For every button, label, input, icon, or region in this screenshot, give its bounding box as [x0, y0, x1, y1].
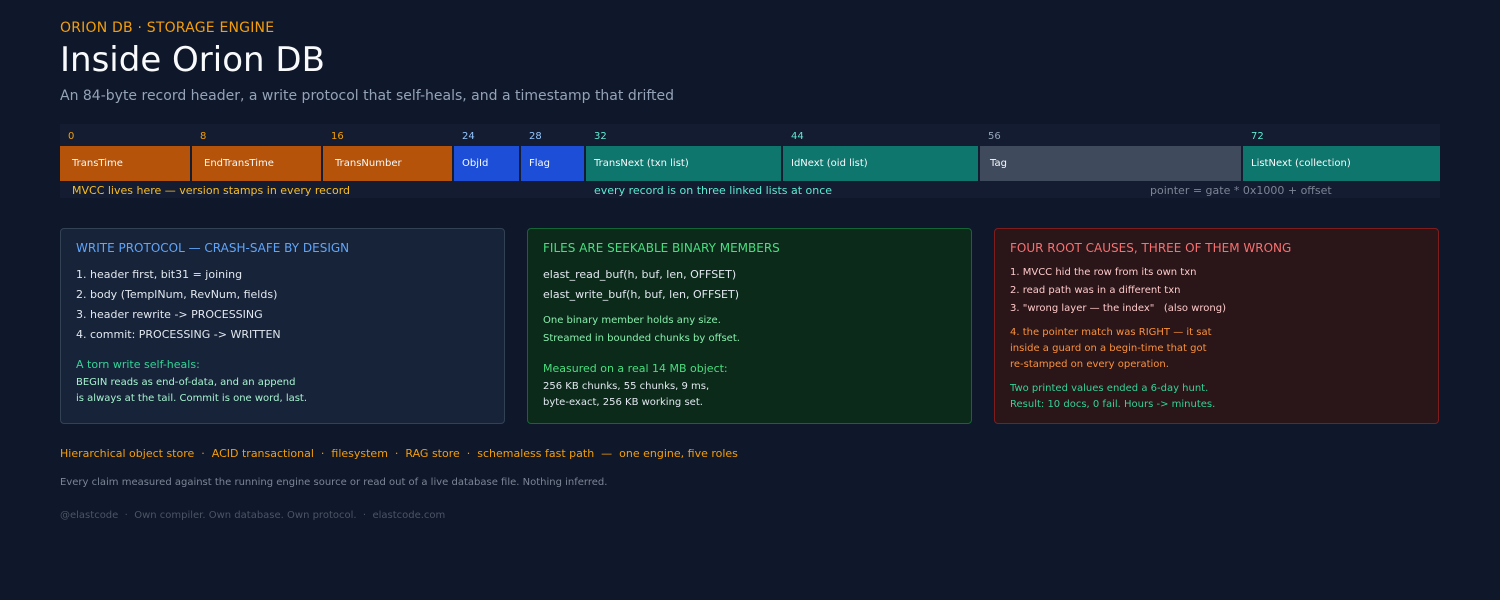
engine-roles-line: Hierarchical object store · ACID transac… [60, 447, 738, 460]
footer-credits: @elastcode · Own compiler. Own database.… [60, 510, 446, 521]
field-listnext: ListNext (collection) [1243, 146, 1440, 181]
field-transnext: TransNext (txn list) [586, 146, 781, 181]
field-label: Flag [529, 158, 551, 169]
field-label: IdNext (oid list) [791, 158, 868, 169]
wrong-cause: 2. read path was in a different txn [1010, 285, 1181, 296]
card-title: FILES ARE SEEKABLE BINARY MEMBERS [543, 241, 780, 255]
right-cause: inside a guard on a begin-time that got [1010, 343, 1207, 354]
wrong-cause: 3. "wrong layer — the index" (also wrong… [1010, 303, 1226, 314]
field-label: ListNext (collection) [1251, 158, 1351, 169]
card-subhead: A torn write self-heals: [76, 358, 200, 371]
field-tag: Tag [980, 146, 1241, 181]
field-objid: ObjId [454, 146, 519, 181]
offset-label: 8 [200, 131, 207, 142]
measurement-line: byte-exact, 256 KB working set. [543, 397, 703, 408]
field-transtime: TransTime [60, 146, 190, 181]
field-label: EndTransTime [204, 158, 274, 169]
offset-label: 72 [1251, 131, 1264, 142]
offset-label: 0 [68, 131, 75, 142]
page-title: Inside Orion DB [60, 40, 325, 80]
wrong-cause: 1. MVCC hid the row from its own txn [1010, 267, 1197, 278]
card-subhead: Measured on a real 14 MB object: [543, 362, 728, 375]
offset-label: 44 [791, 131, 804, 142]
right-cause: 4. the pointer match was RIGHT — it sat [1010, 327, 1212, 338]
protocol-step: 4. commit: PROCESSING -> WRITTEN [76, 328, 281, 341]
offset-label: 56 [988, 131, 1001, 142]
lists-caption: every record is on three linked lists at… [594, 184, 833, 197]
right-cause: re-stamped on every operation. [1010, 359, 1169, 370]
offset-label: 16 [331, 131, 344, 142]
root-causes-card: FOUR ROOT CAUSES, THREE OF THEM WRONG 1.… [994, 228, 1439, 424]
measurement-line: 256 KB chunks, 55 chunks, 9 ms, [543, 381, 710, 392]
protocol-step: 1. header first, bit31 = joining [76, 268, 243, 281]
api-signature: elast_write_buf(h, buf, len, OFFSET) [543, 288, 740, 301]
mvcc-caption: MVCC lives here — version stamps in ever… [72, 184, 351, 197]
field-label: TransTime [72, 158, 123, 169]
field-label: Tag [990, 158, 1007, 169]
field-label: TransNumber [335, 158, 402, 169]
card-title: FOUR ROOT CAUSES, THREE OF THEM WRONG [1010, 241, 1292, 255]
field-endtranstime: EndTransTime [192, 146, 321, 181]
card-note: is always at the tail. Commit is one wor… [76, 393, 308, 404]
card-note: One binary member holds any size. [543, 315, 721, 326]
offset-label: 28 [529, 131, 542, 142]
page-subtitle: An 84-byte record header, a write protoc… [60, 88, 675, 104]
pointer-caption: pointer = gate * 0x1000 + offset [1150, 184, 1332, 197]
offset-label: 32 [594, 131, 607, 142]
card-note: BEGIN reads as end-of-data, and an appen… [76, 377, 296, 388]
write-protocol-card: WRITE PROTOCOL — CRASH-SAFE BY DESIGN 1.… [60, 228, 505, 424]
offset-label: 24 [462, 131, 475, 142]
field-idnext: IdNext (oid list) [783, 146, 978, 181]
protocol-step: 2. body (TemplNum, RevNum, fields) [76, 288, 278, 301]
result-line: Result: 10 docs, 0 fail. Hours -> minute… [1010, 399, 1216, 410]
eyebrow-label: ORION DB · STORAGE ENGINE [60, 20, 275, 36]
field-transnumber: TransNumber [323, 146, 452, 181]
protocol-step: 3. header rewrite -> PROCESSING [76, 308, 263, 321]
card-title: WRITE PROTOCOL — CRASH-SAFE BY DESIGN [76, 241, 350, 255]
binary-members-card: FILES ARE SEEKABLE BINARY MEMBERS elast_… [527, 228, 972, 424]
methodology-note: Every claim measured against the running… [60, 477, 608, 488]
card-note: Streamed in bounded chunks by offset. [543, 333, 740, 344]
field-label: TransNext (txn list) [594, 158, 689, 169]
result-line: Two printed values ended a 6-day hunt. [1010, 383, 1209, 394]
field-label: ObjId [462, 158, 489, 169]
api-signature: elast_read_buf(h, buf, len, OFFSET) [543, 268, 737, 281]
field-flag: Flag [521, 146, 584, 181]
